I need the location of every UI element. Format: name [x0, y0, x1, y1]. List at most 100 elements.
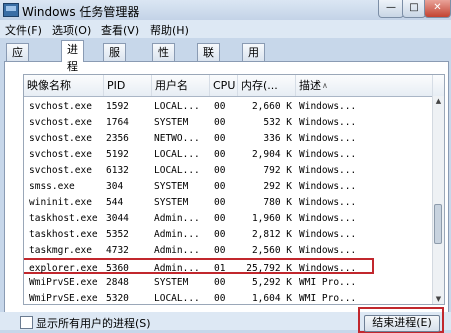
close-button[interactable]: ✕: [424, 0, 451, 18]
process-name: svchost.exe: [29, 165, 92, 176]
process-cpu: 00: [214, 197, 226, 208]
process-memory: 2,904 K: [251, 149, 292, 160]
table-row[interactable]: svchost.exe 6132 LOCAL... 00 792 K Windows...: [24, 162, 433, 178]
process-cpu: 00: [214, 165, 226, 176]
process-pid: 1764: [106, 117, 129, 128]
process-pid: 6132: [106, 165, 129, 176]
process-cpu: 00: [214, 133, 226, 144]
process-pid: 2848: [106, 277, 129, 288]
column-image-name[interactable]: 映像名称: [24, 75, 104, 96]
title-bar: Windows 任务管理器 — □ ✕: [0, 0, 451, 20]
end-process-button[interactable]: 结束进程(E): [364, 315, 440, 332]
process-memory: 5,292 K: [251, 277, 292, 288]
menu-options[interactable]: 选项(O): [52, 22, 91, 38]
processes-panel: 映像名称 PID 用户名 CPU 内存(... 描述 ∧ svchost.exe…: [4, 61, 449, 319]
process-description: Windows...: [299, 165, 357, 176]
task-manager-icon: [3, 3, 19, 17]
process-name: smss.exe: [29, 181, 75, 192]
column-cpu[interactable]: CPU: [210, 75, 238, 96]
table-row[interactable]: svchost.exe 1764 SYSTEM 00 532 K Windows...: [24, 114, 433, 130]
maximize-button[interactable]: □: [402, 0, 426, 18]
tab-users[interactable]: 用户: [242, 43, 265, 76]
menu-help[interactable]: 帮助(H): [150, 22, 189, 38]
process-description: Windows...: [299, 117, 357, 128]
process-pid: 4732: [106, 245, 129, 256]
process-description: Windows...: [299, 213, 357, 224]
process-memory: 336 K: [263, 133, 292, 144]
tab-services[interactable]: 服务: [103, 43, 126, 76]
process-memory: 780 K: [263, 197, 292, 208]
process-pid: 3044: [106, 213, 129, 224]
scrollbar-thumb[interactable]: [434, 204, 442, 244]
process-user: Admin...: [154, 213, 200, 224]
process-memory: 292 K: [263, 181, 292, 192]
minimize-button[interactable]: —: [378, 0, 404, 18]
table-row[interactable]: taskhost.exe 5352 Admin... 00 2,812 K Windows…: [24, 226, 433, 242]
process-cpu: 00: [214, 181, 226, 192]
menu-bar: 文件(F) 选项(O) 查看(V) 帮助(H): [0, 20, 451, 38]
process-description: Windows...: [299, 229, 357, 240]
process-pid: 5192: [106, 149, 129, 160]
scroll-up-icon[interactable]: ▲: [433, 96, 444, 106]
process-memory: 1,604 K: [251, 293, 292, 304]
process-memory: 1,960 K: [251, 213, 292, 224]
process-cpu: 00: [214, 117, 226, 128]
column-header-row: 映像名称 PID 用户名 CPU 内存(... 描述 ∧: [24, 75, 444, 97]
process-cpu: 00: [214, 229, 226, 240]
menu-view[interactable]: 查看(V): [101, 22, 139, 38]
table-row[interactable]: svchost.exe 1592 LOCAL... 00 2,660 K Windows.…: [24, 98, 433, 114]
process-pid: 5320: [106, 293, 129, 304]
process-user: SYSTEM: [154, 277, 189, 288]
process-user: Admin...: [154, 229, 200, 240]
table-row[interactable]: taskhost.exe 3044 Admin... 00 1,960 K Windows…: [24, 210, 433, 226]
tab-applications[interactable]: 应用程序: [6, 43, 29, 110]
process-description: Windows...: [299, 181, 357, 192]
process-pid: 544: [106, 197, 124, 208]
process-cpu: 00: [214, 293, 226, 304]
process-description: WMI Pro...: [299, 293, 357, 304]
vertical-scrollbar[interactable]: ▲ ▼: [432, 96, 444, 304]
table-row[interactable]: explorer.exe 5360 Admin... 01 25,792 K Window…: [24, 258, 374, 274]
process-user: LOCAL...: [154, 149, 200, 160]
process-user: NETWO...: [154, 133, 200, 144]
process-user: LOCAL...: [154, 101, 200, 112]
table-row[interactable]: WmiPrvSE.exe 2848 SYSTEM 00 5,292 K WMI Pro..…: [24, 274, 433, 290]
process-name: svchost.exe: [29, 133, 92, 144]
process-name: svchost.exe: [29, 117, 92, 128]
tab-performance[interactable]: 性能: [152, 43, 175, 76]
column-memory[interactable]: 内存(...: [238, 75, 296, 96]
process-name: taskhost.exe: [29, 213, 98, 224]
menu-file[interactable]: 文件(F): [5, 22, 42, 38]
tab-processes[interactable]: 进程: [61, 40, 84, 73]
table-row[interactable]: smss.exe 304 SYSTEM 00 292 K Windows...: [24, 178, 433, 194]
table-row[interactable]: svchost.exe 5192 LOCAL... 00 2,904 K Windows.…: [24, 146, 433, 162]
process-description: WMI Pro...: [299, 277, 357, 288]
process-pid: 5352: [106, 229, 129, 240]
process-user: SYSTEM: [154, 181, 189, 192]
process-list[interactable]: 映像名称 PID 用户名 CPU 内存(... 描述 ∧ svchost.exe…: [23, 74, 445, 305]
process-description: Windows...: [299, 101, 357, 112]
scroll-down-icon[interactable]: ▼: [433, 294, 444, 304]
process-description: Windows...: [299, 197, 357, 208]
sort-ascending-icon: ∧: [322, 81, 328, 90]
column-user-name[interactable]: 用户名: [152, 75, 210, 96]
table-row[interactable]: wininit.exe 544 SYSTEM 00 780 K Windows...: [24, 194, 433, 210]
process-memory: 2,560 K: [251, 245, 292, 256]
tab-networking[interactable]: 联网: [197, 43, 220, 76]
process-name: WmiPrvSE.exe: [29, 293, 98, 304]
table-row[interactable]: svchost.exe 2356 NETWO... 00 336 K Windows...: [24, 130, 433, 146]
process-user: SYSTEM: [154, 197, 189, 208]
column-pid[interactable]: PID: [104, 75, 152, 96]
column-description[interactable]: 描述 ∧: [296, 75, 433, 96]
process-user: LOCAL...: [154, 293, 200, 304]
process-memory: 2,660 K: [251, 101, 292, 112]
process-name: svchost.exe: [29, 149, 92, 160]
process-pid: 2356: [106, 133, 129, 144]
process-pid: 1592: [106, 101, 129, 112]
column-description-label: 描述: [299, 79, 321, 92]
show-all-users-label: 显示所有用户的进程(S): [36, 317, 151, 330]
show-all-users-checkbox[interactable]: [20, 316, 33, 329]
process-name: WmiPrvSE.exe: [29, 277, 98, 288]
table-row[interactable]: taskmgr.exe 4732 Admin... 00 2,560 K Windows.…: [24, 242, 433, 258]
table-row[interactable]: WmiPrvSE.exe 5320 LOCAL... 00 1,604 K WMI Pro…: [24, 290, 433, 304]
